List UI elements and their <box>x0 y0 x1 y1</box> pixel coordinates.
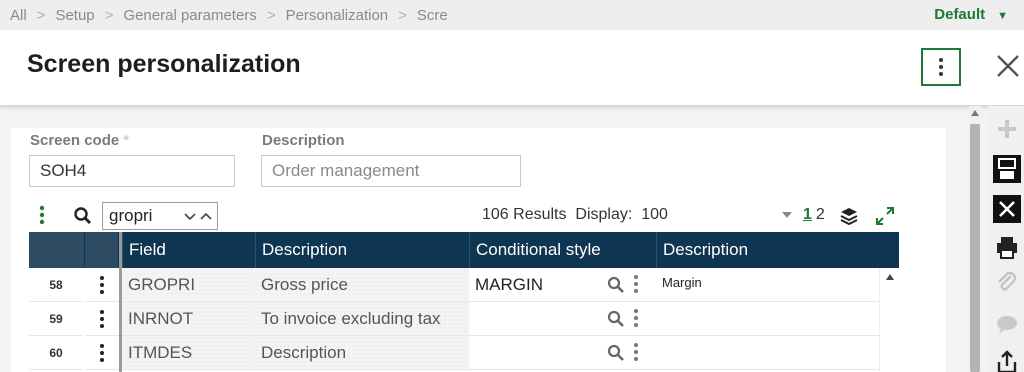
table-row: 60 ITMDES Description <box>29 336 899 370</box>
export-icon[interactable] <box>992 348 1022 372</box>
cell-style-description <box>656 336 879 370</box>
search-icon[interactable] <box>607 344 625 362</box>
row-menu-button[interactable] <box>85 302 119 336</box>
header-rownum-cell <box>29 232 85 268</box>
scrollbar-thumb[interactable] <box>970 124 980 372</box>
breadcrumb-bar: All > Setup > General parameters > Personaliza… <box>0 0 1024 30</box>
row-number: 58 <box>29 268 83 302</box>
search-icon[interactable] <box>607 276 625 294</box>
cell-style-description <box>656 302 879 336</box>
profile-label: Default <box>934 6 986 23</box>
results-count: 106 Results <box>482 206 567 223</box>
comment-icon[interactable] <box>992 310 1022 340</box>
personalization-grid: Field Description Conditional style Desc… <box>29 232 899 372</box>
row-menu-button[interactable] <box>85 268 119 302</box>
cell-conditional-style[interactable] <box>469 336 656 370</box>
breadcrumb-separator: > <box>266 7 276 24</box>
column-header-description[interactable]: Description <box>255 232 469 268</box>
column-header-style-description[interactable]: Description <box>656 232 878 268</box>
header-menu-cell <box>85 232 119 268</box>
screen-code-field[interactable]: SOH4 <box>29 155 235 187</box>
cancel-icon[interactable] <box>992 194 1022 224</box>
required-mark: * <box>123 132 130 149</box>
page-2-link[interactable]: 2 <box>816 206 825 223</box>
table-row: 58 GROPRI Gross price MARGIN Margin <box>29 268 899 302</box>
cell-field: ITMDES <box>122 336 255 370</box>
breadcrumb-separator: > <box>398 7 407 24</box>
column-header-field[interactable]: Field <box>122 232 255 268</box>
page-header: Screen personalization <box>0 30 1024 106</box>
chevron-down-up-icon[interactable] <box>183 211 213 223</box>
more-vertical-icon[interactable] <box>633 342 639 362</box>
expand-icon[interactable] <box>875 206 895 226</box>
more-vertical-icon[interactable] <box>633 308 639 328</box>
layers-icon[interactable] <box>839 206 859 226</box>
page-title: Screen personalization <box>27 50 301 78</box>
breadcrumb: All > Setup > General parameters > Personaliza… <box>10 7 448 24</box>
plus-icon[interactable] <box>992 114 1022 144</box>
more-vertical-icon[interactable] <box>633 274 639 294</box>
grid-scrollbar[interactable] <box>879 268 899 372</box>
display-value[interactable]: 100 <box>641 206 668 223</box>
attachment-icon[interactable] <box>992 268 1022 298</box>
page-scrollbar[interactable] <box>969 106 981 372</box>
breadcrumb-item-screen[interactable]: Scre <box>417 7 448 24</box>
more-vertical-icon <box>939 58 943 76</box>
scroll-up-icon[interactable] <box>886 274 894 280</box>
description-label: Description <box>262 132 345 149</box>
grid-search-input[interactable]: gropri <box>102 202 218 230</box>
action-toolbar <box>988 106 1024 372</box>
profile-selector[interactable]: Default ▼ <box>934 6 1008 23</box>
breadcrumb-separator: > <box>104 7 114 24</box>
breadcrumb-item-personalization[interactable]: Personalization <box>286 7 389 24</box>
more-vertical-icon <box>100 275 104 294</box>
breadcrumb-item-general-parameters[interactable]: General parameters <box>123 7 256 24</box>
more-actions-button[interactable] <box>921 48 961 86</box>
page-1-link[interactable]: 1 <box>803 206 812 223</box>
print-icon[interactable] <box>992 232 1022 262</box>
more-vertical-icon <box>100 309 104 328</box>
cell-description: Gross price <box>255 268 469 302</box>
grid-toolbar: gropri 106 Results Display: 100 12 <box>11 202 946 232</box>
description-field[interactable]: Order management <box>261 155 521 187</box>
more-vertical-icon <box>100 343 104 362</box>
scroll-up-icon[interactable] <box>971 110 979 116</box>
cell-field: INRNOT <box>122 302 255 336</box>
table-row: 59 INRNOT To invoice excluding tax <box>29 302 899 336</box>
row-number: 60 <box>29 336 83 370</box>
screen-code-label: Screen code * <box>30 132 130 149</box>
grid-menu-icon[interactable] <box>37 204 47 226</box>
display-label: Display: <box>575 206 633 223</box>
chevron-down-icon: ▼ <box>997 10 1008 22</box>
grid-header: Field Description Conditional style Desc… <box>29 232 899 268</box>
cell-field: GROPRI <box>122 268 255 302</box>
display-caret-icon[interactable] <box>781 211 793 219</box>
pagination: 12 <box>803 206 825 224</box>
cell-style-description: Margin <box>656 268 879 302</box>
row-number: 59 <box>29 302 83 336</box>
frozen-column-divider[interactable] <box>119 232 122 372</box>
results-info: 106 Results Display: 100 <box>482 206 668 224</box>
save-icon[interactable] <box>992 154 1022 184</box>
column-header-conditional-style[interactable]: Conditional style <box>469 232 656 268</box>
cell-description: To invoice excluding tax <box>255 302 469 336</box>
main-panel: Screen code * SOH4 Description Order mana… <box>11 128 946 372</box>
cell-description: Description <box>255 336 469 370</box>
cell-conditional-style[interactable]: MARGIN <box>469 268 656 302</box>
search-icon[interactable] <box>607 310 625 328</box>
breadcrumb-separator: > <box>36 7 46 24</box>
close-icon[interactable] <box>994 52 1022 80</box>
breadcrumb-item-setup[interactable]: Setup <box>55 7 94 24</box>
search-icon[interactable] <box>73 206 93 226</box>
row-menu-button[interactable] <box>85 336 119 370</box>
breadcrumb-item-all[interactable]: All <box>10 7 27 24</box>
cell-conditional-style[interactable] <box>469 302 656 336</box>
